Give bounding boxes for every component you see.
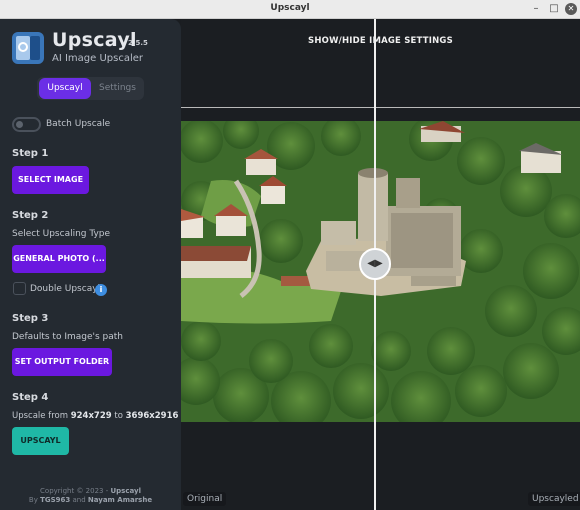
app-version: 2.5.5	[128, 39, 148, 47]
image-compare-area[interactable]: SHOW/HIDE IMAGE SETTINGS ◀▶ Original Ups…	[181, 19, 580, 510]
step3-subtitle: Defaults to Image's path	[12, 332, 124, 342]
tab-upscayl[interactable]: Upscayl	[39, 78, 91, 99]
window-titlebar: Upscayl – □ ✕	[0, 0, 580, 19]
sidebar-tabs: Upscayl Settings	[37, 77, 144, 100]
info-icon[interactable]: i	[95, 284, 107, 296]
copyright-name[interactable]: Upscayl	[110, 487, 140, 495]
original-label: Original	[183, 492, 227, 506]
step2-title: Step 2	[12, 210, 49, 221]
step4-upscale-info: Upscale from 924x729 to 3696x2916	[12, 411, 178, 421]
upscale-prefix: Upscale from	[12, 411, 71, 421]
step4-title: Step 4	[12, 392, 49, 403]
set-output-folder-button[interactable]: SET OUTPUT FOLDER	[12, 348, 112, 376]
maximize-icon[interactable]: □	[548, 3, 560, 15]
app-name: Upscayl	[52, 29, 137, 51]
double-upscayl-checkbox[interactable]	[13, 282, 26, 295]
upscaling-type-button[interactable]: GENERAL PHOTO (...	[12, 245, 106, 273]
double-upscayl-label: Double Upscayl	[30, 284, 101, 294]
footer-copyright: Copyright © 2023 - Upscayl	[0, 487, 181, 495]
target-resolution: 3696x2916	[125, 411, 179, 421]
step3-title: Step 3	[12, 313, 49, 324]
compare-handle-icon[interactable]: ◀▶	[359, 248, 391, 280]
window-title: Upscayl	[270, 3, 310, 13]
step1-title: Step 1	[12, 148, 49, 159]
batch-upscale-toggle[interactable]	[12, 117, 41, 132]
upscale-mid: to	[111, 411, 126, 421]
source-resolution: 924x729	[70, 411, 112, 421]
batch-upscale-label: Batch Upscale	[46, 119, 111, 129]
footer-authors: By TGS963 and Nayam Amarshe	[0, 496, 181, 504]
upscayl-button[interactable]: UPSCAYL	[12, 427, 69, 455]
step2-subtitle: Select Upscaling Type	[12, 229, 111, 239]
toggle-knob	[16, 121, 23, 128]
upscayl-logo-icon	[12, 32, 44, 64]
app-tagline: AI Image Upscaler	[52, 53, 144, 64]
author2-link[interactable]: Nayam Amarshe	[88, 496, 152, 504]
by-prefix: By	[28, 496, 41, 504]
image-settings-toggle[interactable]: SHOW/HIDE IMAGE SETTINGS	[181, 36, 580, 46]
select-image-button[interactable]: SELECT IMAGE	[12, 166, 89, 194]
tab-settings[interactable]: Settings	[93, 78, 142, 99]
copyright-prefix: Copyright © 2023 -	[40, 487, 111, 495]
and-text: and	[70, 496, 88, 504]
sidebar: Upscayl 2.5.5 AI Image Upscaler Upscayl …	[0, 19, 181, 510]
author1-link[interactable]: TGS963	[40, 496, 70, 504]
minimize-icon[interactable]: –	[530, 3, 542, 15]
upscayled-label: Upscayled	[528, 492, 580, 506]
guide-line	[181, 107, 580, 108]
close-icon[interactable]: ✕	[565, 3, 577, 15]
